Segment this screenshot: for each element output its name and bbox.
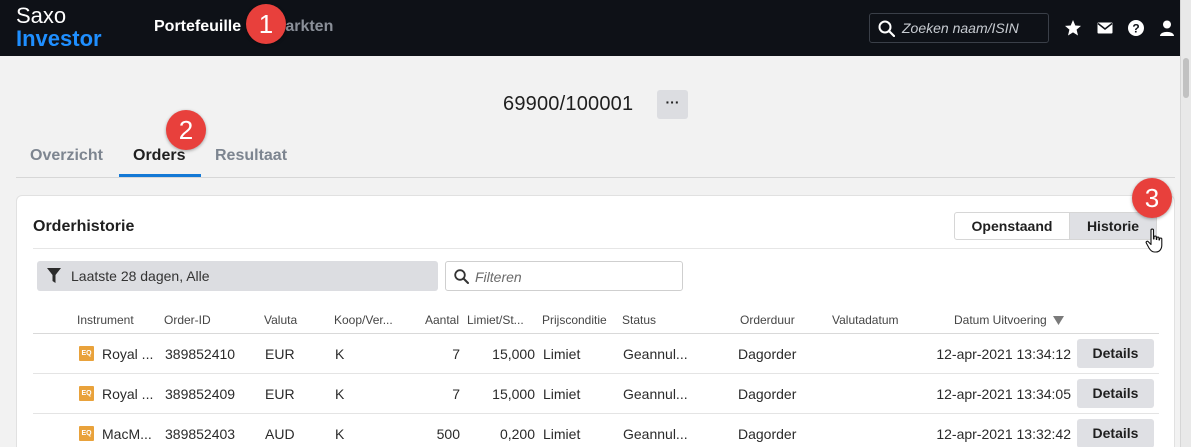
svg-text:?: ? <box>1132 22 1139 36</box>
details-button[interactable]: Details <box>1077 419 1154 447</box>
search-placeholder: Zoeken naam/ISIN <box>902 20 1019 36</box>
order-history-card: Orderhistorie Openstaand Historie Laatst… <box>16 195 1175 447</box>
nav-portefeuille[interactable]: Portefeuille <box>154 18 241 36</box>
table-row[interactable]: EQ Royal ... 389852410 EUR K 7 15,000 Li… <box>33 334 1159 374</box>
cell-datum-uitvoering: 12-apr-2021 13:32:42 <box>936 426 1071 442</box>
user-icon[interactable] <box>1158 19 1176 37</box>
cell-prijsconditie: Limiet <box>543 426 581 442</box>
hand-pointer-cursor-icon <box>1145 228 1163 253</box>
help-icon[interactable]: ? <box>1127 19 1145 37</box>
top-navigation-bar: Saxo Investor Portefeuille Markten Zoeke… <box>0 0 1180 56</box>
step-callout-1: 1 <box>246 4 286 44</box>
cell-orderduur: Dagorder <box>738 426 797 442</box>
header-datum-uitvoering-label: Datum Uitvoering <box>954 313 1047 327</box>
table-row[interactable]: EQ MacM... 389852403 AUD K 500 0,200 Lim… <box>33 414 1159 447</box>
details-button[interactable]: Details <box>1077 379 1154 408</box>
cell-prijsconditie: Limiet <box>543 386 581 402</box>
cell-order-id: 389852410 <box>165 346 236 362</box>
search-icon <box>454 269 469 284</box>
cell-datum-uitvoering: 12-apr-2021 13:34:12 <box>936 346 1071 362</box>
header-instrument[interactable]: Instrument <box>77 313 134 327</box>
tab-resultaat[interactable]: Resultaat <box>215 147 287 165</box>
cell-status: Geannul... <box>623 426 688 442</box>
sort-descending-icon <box>1053 316 1065 325</box>
header-status[interactable]: Status <box>622 313 656 327</box>
more-options-button[interactable]: ··· <box>657 90 688 119</box>
header-prijsconditie[interactable]: Prijsconditie <box>542 313 607 327</box>
header-order-id[interactable]: Order-ID <box>164 313 211 327</box>
header-koop-verkoop[interactable]: Koop/Ver... <box>334 313 393 327</box>
cell-valuta: AUD <box>265 426 295 442</box>
active-tab-indicator <box>119 174 201 177</box>
cell-aantal: 500 <box>436 426 460 442</box>
step-callout-2: 2 <box>166 110 206 150</box>
equity-badge-icon: EQ <box>79 426 94 441</box>
tab-orders[interactable]: Orders <box>133 147 185 165</box>
equity-badge-icon: EQ <box>79 386 94 401</box>
star-icon[interactable] <box>1064 19 1082 37</box>
filter-input[interactable]: Filteren <box>445 261 683 291</box>
step-callout-3: 3 <box>1132 178 1172 218</box>
cell-koop-verkoop: K <box>335 426 345 442</box>
cell-prijsconditie: Limiet <box>543 346 581 362</box>
cell-datum-uitvoering: 12-apr-2021 13:34:05 <box>936 386 1071 402</box>
period-filter-button[interactable]: Laatste 28 dagen, Alle <box>37 261 438 291</box>
header-valutadatum[interactable]: Valutadatum <box>832 313 899 327</box>
details-button[interactable]: Details <box>1077 339 1154 368</box>
header-valuta[interactable]: Valuta <box>264 313 297 327</box>
cell-instrument: Royal ... <box>102 386 154 402</box>
cell-limiet: 15,000 <box>492 346 535 362</box>
header-limiet-stop[interactable]: Limiet/St... <box>467 313 524 327</box>
cell-status: Geannul... <box>623 346 688 362</box>
cell-orderduur: Dagorder <box>738 386 797 402</box>
header-datum-uitvoering[interactable]: Datum Uitvoering <box>954 313 1065 327</box>
cell-valuta: EUR <box>265 386 295 402</box>
mail-icon[interactable] <box>1096 19 1114 37</box>
table-row[interactable]: EQ Royal ... 389852409 EUR K 7 15,000 Li… <box>33 374 1159 414</box>
openstaand-toggle[interactable]: Openstaand <box>954 212 1070 240</box>
period-filter-label: Laatste 28 dagen, Alle <box>71 268 210 284</box>
header-orderduur[interactable]: Orderduur <box>740 313 795 327</box>
cell-limiet: 0,200 <box>499 426 535 442</box>
card-divider <box>33 248 1159 249</box>
card-title: Orderhistorie <box>33 218 135 235</box>
cell-koop-verkoop: K <box>335 386 345 402</box>
tab-overzicht[interactable]: Overzicht <box>30 147 103 165</box>
cell-instrument: MacM... <box>102 426 152 442</box>
logo-line-2: Investor <box>16 26 102 51</box>
header-aantal[interactable]: Aantal <box>417 313 459 327</box>
cell-aantal: 7 <box>452 346 460 362</box>
cell-order-id: 389852403 <box>165 426 236 442</box>
cell-order-id: 389852409 <box>165 386 236 402</box>
cell-instrument: Royal ... <box>102 346 154 362</box>
search-icon <box>878 20 895 37</box>
cell-orderduur: Dagorder <box>738 346 797 362</box>
scrollbar-thumb[interactable] <box>1183 58 1189 98</box>
funnel-icon <box>47 268 61 283</box>
cell-aantal: 7 <box>452 386 460 402</box>
cell-koop-verkoop: K <box>335 346 345 362</box>
logo-line-1: Saxo <box>16 3 67 28</box>
saxo-investor-logo[interactable]: Saxo Investor <box>16 4 102 50</box>
equity-badge-icon: EQ <box>79 346 94 361</box>
account-id: 69900/100001 <box>503 93 634 115</box>
page-scrollbar[interactable] <box>1180 0 1191 447</box>
cell-limiet: 15,000 <box>492 386 535 402</box>
cell-valuta: EUR <box>265 346 295 362</box>
filter-placeholder: Filteren <box>475 269 522 285</box>
search-input[interactable]: Zoeken naam/ISIN <box>869 13 1049 43</box>
cell-status: Geannul... <box>623 386 688 402</box>
